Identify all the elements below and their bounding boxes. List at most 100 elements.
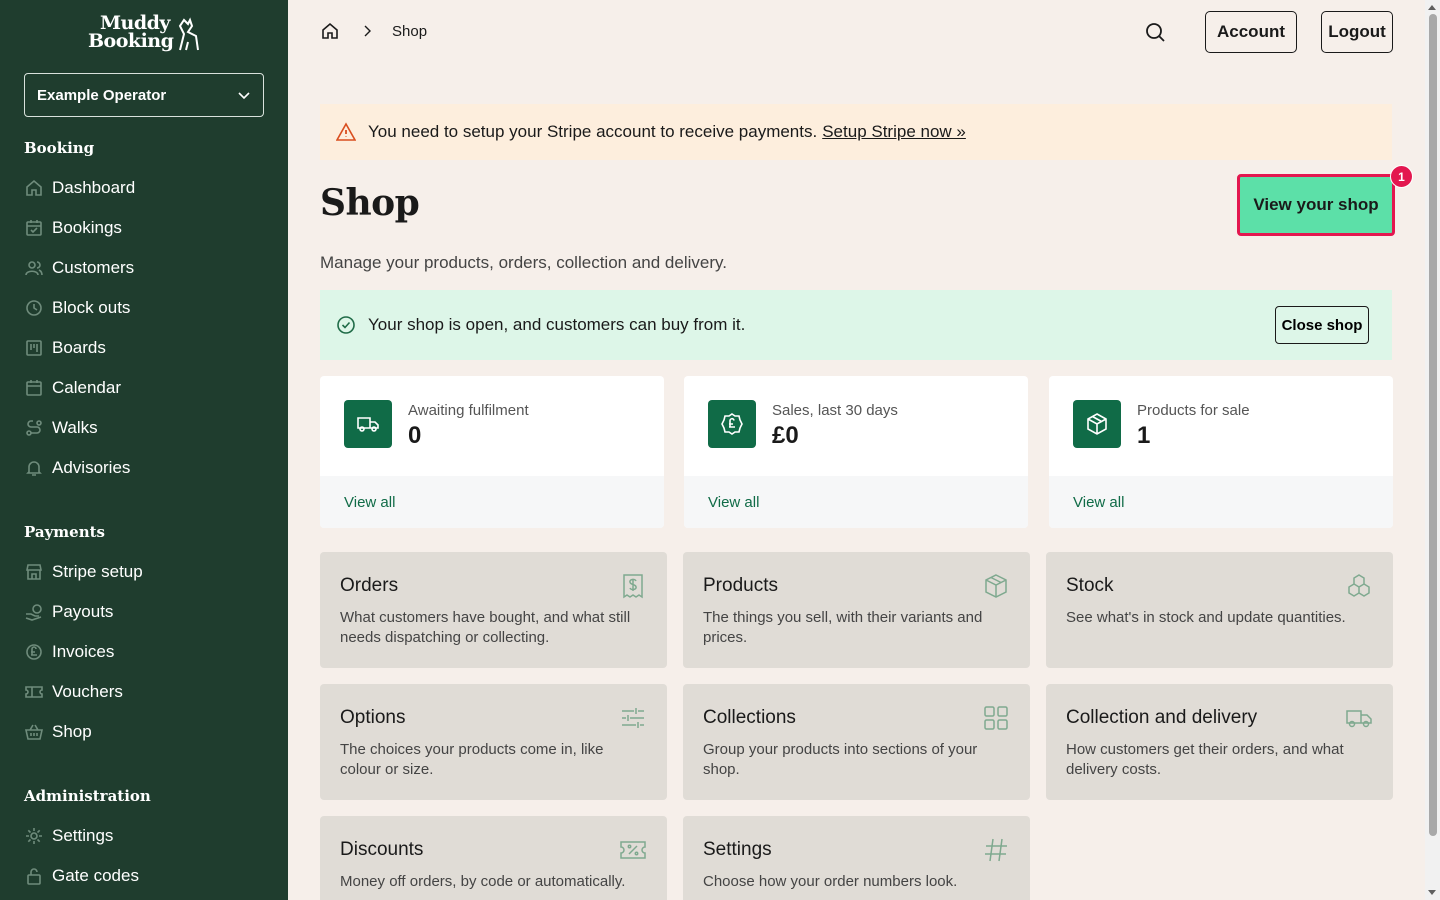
stat-label: Products for sale bbox=[1137, 402, 1250, 419]
page-title: Shop bbox=[320, 182, 420, 224]
tile-title: Collections bbox=[703, 707, 796, 728]
sidebar-item-label: Boards bbox=[52, 338, 106, 357]
scrollbar-thumb[interactable] bbox=[1429, 14, 1437, 836]
tile-title: Collection and delivery bbox=[1066, 707, 1258, 728]
tile-title: Discounts bbox=[340, 839, 424, 860]
scroll-down-arrow[interactable] bbox=[1428, 890, 1436, 895]
lock-icon bbox=[24, 866, 44, 886]
sidebar-section-payments: Payments bbox=[24, 523, 106, 541]
home-icon[interactable] bbox=[320, 21, 340, 41]
sliders-icon bbox=[619, 704, 647, 732]
calendar-icon bbox=[24, 378, 44, 398]
stripe-warning-banner: You need to setup your Stripe account to… bbox=[320, 104, 1392, 160]
tile-title: Products bbox=[703, 575, 778, 596]
box-icon bbox=[1073, 400, 1121, 448]
grid-icon bbox=[982, 704, 1010, 732]
tile-discounts[interactable]: Discounts Money off orders, by code or a… bbox=[320, 816, 667, 900]
sidebar-item-label: Vouchers bbox=[52, 682, 123, 701]
tile-options[interactable]: Options The choices your products come i… bbox=[320, 684, 667, 800]
page-scrollbar[interactable] bbox=[1425, 0, 1440, 900]
stat-value: £0 bbox=[772, 422, 799, 449]
search-icon[interactable] bbox=[1144, 21, 1166, 43]
sidebar-item-block-outs[interactable]: Block outs bbox=[24, 296, 130, 320]
tile-collection-and-delivery[interactable]: Collection and delivery How customers ge… bbox=[1046, 684, 1393, 800]
sidebar-item-walks[interactable]: Walks bbox=[24, 416, 98, 440]
view-all-link[interactable]: View all bbox=[1073, 494, 1124, 511]
sidebar-item-invoices[interactable]: Invoices bbox=[24, 640, 114, 664]
shop-status-text: Your shop is open, and customers can buy… bbox=[368, 315, 746, 334]
view-all-link[interactable]: View all bbox=[344, 494, 395, 511]
pound-badge-icon bbox=[708, 400, 756, 448]
stripe-warning-text: You need to setup your Stripe account to… bbox=[368, 122, 818, 141]
sidebar-item-stripe-setup[interactable]: Stripe setup bbox=[24, 560, 143, 584]
breadcrumb-current[interactable]: Shop bbox=[392, 23, 427, 40]
sidebar-item-shop[interactable]: Shop bbox=[24, 720, 92, 744]
tile-orders[interactable]: Orders What customers have bought, and w… bbox=[320, 552, 667, 668]
sidebar-item-boards[interactable]: Boards bbox=[24, 336, 106, 360]
stat-label: Sales, last 30 days bbox=[772, 402, 898, 419]
tile-title: Settings bbox=[703, 839, 772, 860]
sidebar-item-label: Block outs bbox=[52, 298, 131, 317]
warning-icon bbox=[336, 122, 356, 141]
sidebar-item-label: Stripe setup bbox=[52, 562, 143, 581]
sidebar-item-bookings[interactable]: Bookings bbox=[24, 216, 122, 240]
sidebar-item-dashboard[interactable]: Dashboard bbox=[24, 176, 135, 200]
stack-icon bbox=[1345, 572, 1373, 600]
sidebar-item-label: Dashboard bbox=[52, 178, 136, 197]
tile-products[interactable]: Products The things you sell, with their… bbox=[683, 552, 1030, 668]
store-icon bbox=[24, 562, 44, 582]
sidebar-item-customers[interactable]: Customers bbox=[24, 256, 134, 280]
muddy-booking-logo[interactable]: Muddy Booking bbox=[88, 14, 202, 54]
tile-title: Options bbox=[340, 707, 406, 728]
logout-button[interactable]: Logout bbox=[1321, 11, 1393, 53]
sidebar-item-label: Walks bbox=[52, 418, 98, 437]
stat-card-awaiting-fulfilment: Awaiting fulfilment 0 View all bbox=[320, 376, 664, 528]
stat-card-sales: Sales, last 30 days £0 View all bbox=[684, 376, 1028, 528]
sidebar-item-label: Shop bbox=[52, 722, 92, 741]
sidebar: Muddy Booking Example Operator Booking D… bbox=[0, 0, 288, 900]
sidebar-item-label: Customers bbox=[52, 258, 135, 277]
sidebar-item-label: Bookings bbox=[52, 218, 122, 237]
box-icon bbox=[982, 572, 1010, 600]
setup-stripe-link[interactable]: Setup Stripe now » bbox=[822, 122, 966, 142]
sidebar-item-payouts[interactable]: Payouts bbox=[24, 600, 113, 624]
sidebar-item-label: Advisories bbox=[52, 458, 131, 477]
dog-icon bbox=[178, 17, 199, 51]
tile-settings[interactable]: Settings Choose how your order numbers l… bbox=[683, 816, 1030, 900]
view-your-shop-button[interactable]: View your shop bbox=[1237, 174, 1395, 236]
sidebar-item-vouchers[interactable]: Vouchers bbox=[24, 680, 123, 704]
tile-description: Money off orders, by code or automatical… bbox=[340, 873, 626, 890]
page-subtitle: Manage your products, orders, collection… bbox=[320, 253, 727, 272]
sidebar-item-label: Settings bbox=[52, 826, 114, 845]
stat-card-products-for-sale: Products for sale 1 View all bbox=[1049, 376, 1393, 528]
sidebar-item-advisories[interactable]: Advisories bbox=[24, 456, 130, 480]
sidebar-item-calendar[interactable]: Calendar bbox=[24, 376, 121, 400]
route-icon bbox=[24, 418, 44, 438]
sidebar-section-booking: Booking bbox=[24, 139, 95, 157]
tile-description: The choices your products come in, like … bbox=[340, 741, 604, 778]
pound-icon bbox=[24, 642, 44, 662]
tile-description: Choose how your order numbers look. bbox=[703, 873, 958, 890]
account-button[interactable]: Account bbox=[1205, 11, 1297, 53]
tile-description: How customers get their orders, and what… bbox=[1066, 741, 1344, 778]
hash-icon bbox=[982, 836, 1010, 864]
tile-description: See what's in stock and update quantitie… bbox=[1066, 609, 1346, 626]
tile-title: Orders bbox=[340, 575, 399, 596]
close-shop-button[interactable]: Close shop bbox=[1275, 306, 1369, 344]
tile-title: Stock bbox=[1066, 575, 1114, 596]
tile-description: Group your products into sections of you… bbox=[703, 741, 978, 778]
operator-select[interactable]: Example Operator bbox=[24, 73, 264, 117]
tile-collections[interactable]: Collections Group your products into sec… bbox=[683, 684, 1030, 800]
stat-value: 0 bbox=[408, 422, 422, 449]
shop-status-banner: Your shop is open, and customers can buy… bbox=[320, 290, 1392, 360]
stat-label: Awaiting fulfilment bbox=[408, 402, 529, 419]
scroll-up-arrow[interactable] bbox=[1428, 5, 1436, 10]
sidebar-item-label: Invoices bbox=[52, 642, 115, 661]
tile-stock[interactable]: Stock See what's in stock and update qua… bbox=[1046, 552, 1393, 668]
sidebar-item-gate-codes[interactable]: Gate codes bbox=[24, 864, 139, 888]
sidebar-item-settings[interactable]: Settings bbox=[24, 824, 113, 848]
gear-icon bbox=[24, 826, 44, 846]
view-all-link[interactable]: View all bbox=[708, 494, 759, 511]
ticket-icon bbox=[24, 682, 44, 702]
home-icon bbox=[24, 178, 44, 198]
